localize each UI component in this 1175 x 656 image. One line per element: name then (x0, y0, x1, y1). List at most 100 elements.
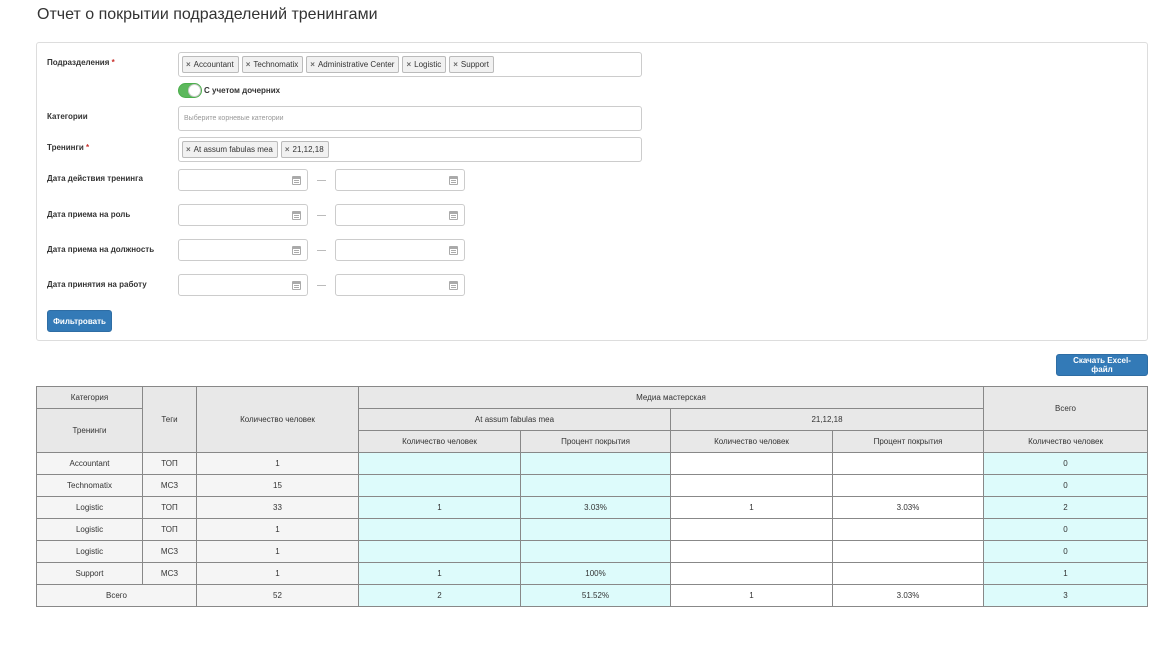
row-tag: ТОП (142, 496, 197, 519)
header-t2-people: Количество человек (670, 430, 833, 453)
remove-tag-icon[interactable]: × (246, 60, 251, 69)
date-training-label: Дата действия тренинга (47, 174, 143, 183)
remove-tag-icon[interactable]: × (453, 60, 458, 69)
row-tag: МСЗ (142, 540, 197, 563)
footer-t1-coverage: 51.52% (520, 584, 671, 607)
department-tag: × Logistic (402, 56, 447, 73)
calendar-icon[interactable] (292, 246, 301, 255)
filter-panel: Подразделения * × Accountant × Technomatix… (36, 42, 1148, 341)
departments-label: Подразделения * (47, 58, 115, 67)
remove-tag-icon[interactable]: × (310, 60, 315, 69)
footer-people: 52 (196, 584, 359, 607)
date-position-label: Дата приема на должность (47, 245, 155, 254)
department-tag: × Administrative Center (306, 56, 400, 73)
header-total-people: Количество человек (983, 430, 1149, 453)
row-name: Technomatix (36, 474, 143, 497)
row-total: 0 (983, 452, 1149, 475)
header-t1-coverage: Процент покрытия (520, 430, 671, 453)
header-category: Категория (36, 386, 143, 409)
row-tag: ТОП (142, 518, 197, 541)
date-hired-label: Дата принятия на работу (47, 280, 147, 289)
row-name: Logistic (36, 496, 143, 519)
row-total: 2 (983, 496, 1149, 519)
row-t2-people: 1 (670, 496, 833, 519)
calendar-icon[interactable] (449, 281, 458, 290)
row-t1-coverage: 3.03% (520, 496, 671, 519)
row-t2-coverage (831, 452, 985, 475)
download-excel-button[interactable]: Скачать Excel-файл (1056, 354, 1148, 376)
row-name: Support (36, 562, 143, 585)
header-training-2: 21,12,18 (669, 408, 985, 431)
departments-select[interactable]: × Accountant × Technomatix × Administrative… (178, 52, 642, 77)
training-tag: × 21,12,18 (280, 141, 329, 158)
row-t2-people (670, 562, 833, 585)
include-children-label: С учетом дочерних (204, 86, 281, 95)
footer-total: 3 (983, 584, 1149, 607)
categories-select[interactable]: Выберите корневые категории (178, 106, 642, 131)
table-row: Logistic ТОП 33 1 3.03% 1 3.03% 2 (36, 496, 1149, 519)
row-total: 0 (983, 474, 1149, 497)
training-tag: × At assum fabulas mea (182, 141, 278, 158)
date-role-from[interactable] (178, 204, 308, 226)
row-people: 15 (196, 474, 359, 497)
categories-label: Категории (47, 112, 88, 121)
row-total: 1 (983, 562, 1149, 585)
date-training-from[interactable] (178, 169, 308, 191)
trainings-select[interactable]: × At assum fabulas mea × 21,12,18 (178, 137, 642, 162)
calendar-icon[interactable] (292, 281, 301, 290)
date-position-to[interactable] (335, 239, 465, 261)
footer-t2-people: 1 (670, 584, 833, 607)
calendar-icon[interactable] (449, 211, 458, 220)
row-t1-coverage: 100% (520, 562, 671, 585)
row-t1-people (358, 452, 521, 475)
row-t1-people: 1 (358, 562, 521, 585)
department-tag: × Accountant (182, 56, 239, 73)
row-t1-people: 1 (358, 496, 521, 519)
calendar-icon[interactable] (449, 246, 458, 255)
row-people: 1 (196, 562, 359, 585)
date-hired-to[interactable] (335, 274, 465, 296)
range-dash (317, 180, 326, 181)
remove-tag-icon[interactable]: × (186, 145, 191, 154)
row-total: 0 (983, 518, 1149, 541)
row-t2-coverage (831, 474, 985, 497)
date-training-to[interactable] (335, 169, 465, 191)
date-position-from[interactable] (178, 239, 308, 261)
remove-tag-icon[interactable]: × (285, 145, 290, 154)
calendar-icon[interactable] (292, 211, 301, 220)
row-t2-coverage: 3.03% (831, 496, 985, 519)
footer-label: Всего (36, 584, 197, 607)
row-people: 1 (196, 540, 359, 563)
row-tag: МСЗ (142, 474, 197, 497)
row-name: Logistic (36, 540, 143, 563)
row-tag: МСЗ (142, 562, 197, 585)
row-t2-people (670, 452, 833, 475)
filter-button[interactable]: Фильтровать (47, 310, 112, 332)
range-dash (317, 285, 326, 286)
row-people: 33 (196, 496, 359, 519)
calendar-icon[interactable] (292, 176, 301, 185)
row-t2-coverage (831, 540, 985, 563)
department-tag: × Technomatix (241, 56, 304, 73)
range-dash (317, 250, 326, 251)
remove-tag-icon[interactable]: × (406, 60, 411, 69)
header-tags: Теги (142, 386, 197, 453)
table-footer-row: Всего 52 2 51.52% 1 3.03% 3 (36, 584, 1149, 607)
header-trainings: Тренинги (36, 408, 143, 453)
table-row: Technomatix МСЗ 15 0 (36, 474, 1149, 497)
remove-tag-icon[interactable]: × (186, 60, 191, 69)
table-row: Support МСЗ 1 1 100% 1 (36, 562, 1149, 585)
row-t1-people (358, 540, 521, 563)
calendar-icon[interactable] (449, 176, 458, 185)
row-t2-people (670, 474, 833, 497)
department-tag: × Support (449, 56, 494, 73)
footer-t2-coverage: 3.03% (831, 584, 985, 607)
row-tag: ТОП (142, 452, 197, 475)
footer-t1-people: 2 (358, 584, 521, 607)
trainings-label: Тренинги * (47, 143, 90, 152)
date-role-to[interactable] (335, 204, 465, 226)
include-children-toggle[interactable] (178, 83, 202, 98)
row-t1-people (358, 518, 521, 541)
date-hired-from[interactable] (178, 274, 308, 296)
row-t1-coverage (520, 518, 671, 541)
